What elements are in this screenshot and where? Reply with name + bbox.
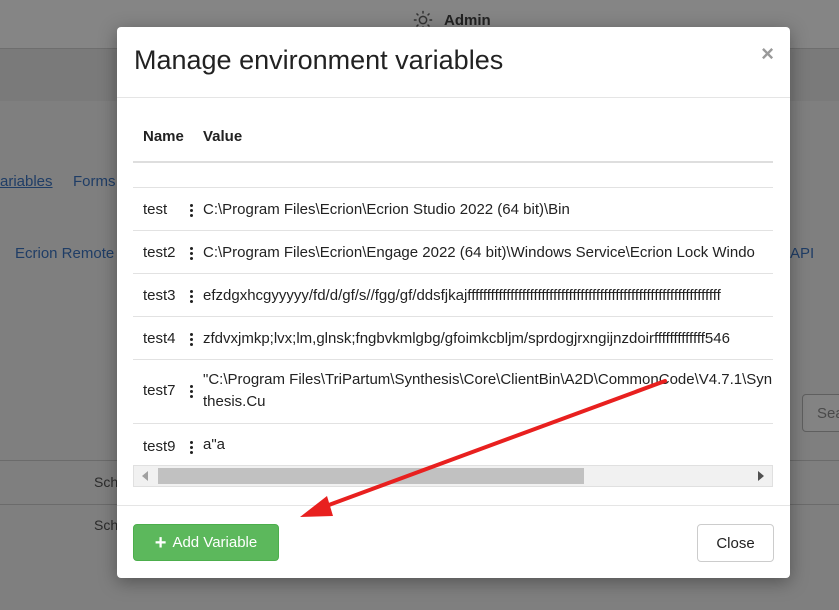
variable-name: test4 [143,330,176,347]
table-row: test C:\Program Files\Ecrion\Ecrion Stud… [133,187,773,231]
variable-name: test9 [143,438,176,455]
add-variable-label: Add Variable [172,534,258,551]
tab-api: API [790,245,815,262]
row-menu-icon[interactable] [190,441,194,455]
tab-ecrion-remote: Ecrion Remote [15,245,115,262]
variable-value: "C:\Program Files\TriPartum\Synthesis\Co… [203,371,773,410]
search-input: Sea [802,394,839,432]
row-menu-icon[interactable] [190,333,194,347]
table-row: test4 zfdvxjmkp;lvx;lm,glnsk;fngbvkmlgbg… [133,316,773,360]
horizontal-scrollbar[interactable] [133,465,773,487]
variable-name: test3 [143,287,176,304]
env-variables-modal: Manage environment variables × Name Valu… [117,27,790,578]
variable-name: test [143,201,168,218]
scrollbar-thumb[interactable] [158,468,584,484]
variables-table: Name Value test C:\Program Files\Ecrion\… [133,115,773,465]
table-header: Name Value [133,115,773,163]
add-variable-button[interactable]: + Add Variable [133,524,279,561]
row-menu-icon[interactable] [190,204,194,218]
variable-value: C:\Program Files\Ecrion\Engage 2022 (64 … [203,244,755,261]
schedule-item: Sch [94,517,119,533]
scroll-left-icon[interactable] [142,471,148,481]
modal-title: Manage environment variables [134,45,504,75]
table-row: test3 efzdgxhcgyyyyy/fd/d/gf/s//fgg/gf/d… [133,273,773,317]
close-button[interactable]: Close [697,524,774,562]
modal-footer: + Add Variable Close [117,505,790,579]
modal-header: Manage environment variables × [117,27,790,98]
table-row: test9 a"a [133,423,773,465]
variable-value: a"a [203,436,226,453]
schedule-item: Sch [94,474,119,490]
tab-variables: ariables [0,173,53,190]
column-header-name: Name [143,128,184,145]
variable-value: zfdvxjmkp;lvx;lm,glnsk;fngbvkmlgbg/gfoim… [203,330,730,347]
row-menu-icon[interactable] [190,247,194,261]
variable-name: test7 [143,382,176,399]
variable-value: C:\Program Files\Ecrion\Ecrion Studio 20… [203,201,570,218]
table-row: test2 C:\Program Files\Ecrion\Engage 202… [133,230,773,274]
row-menu-icon[interactable] [190,385,194,399]
table-row: test7 "C:\Program Files\TriPartum\Synthe… [133,359,773,424]
variable-value: efzdgxhcgyyyyy/fd/d/gf/s//fgg/gf/ddsfjka… [203,287,721,304]
close-icon[interactable]: × [761,41,774,67]
scroll-right-icon[interactable] [758,471,764,481]
tab-forms: Forms [73,173,116,190]
variable-name: test2 [143,244,176,261]
row-menu-icon[interactable] [190,290,194,304]
admin-label: Admin [444,11,491,29]
plus-icon: + [154,531,167,554]
column-header-value: Value [203,128,243,145]
